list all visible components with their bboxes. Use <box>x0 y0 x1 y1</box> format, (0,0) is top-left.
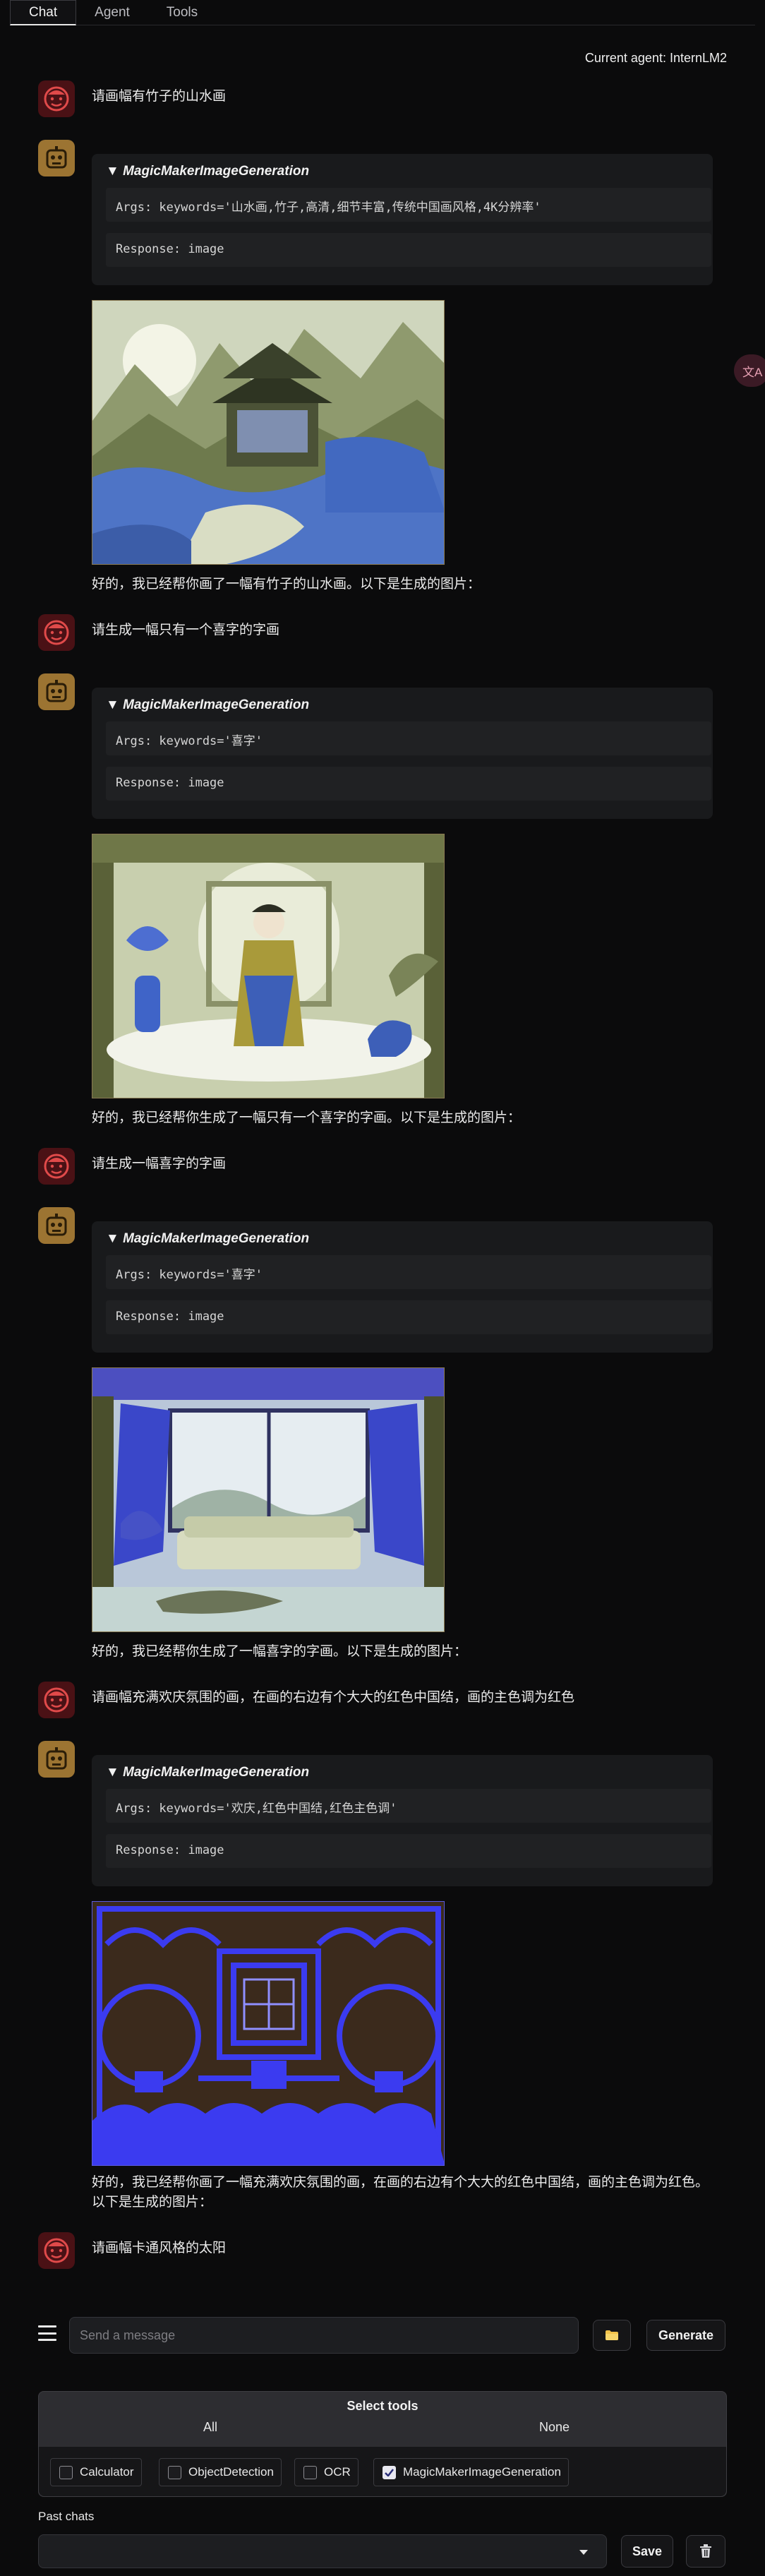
user-message-text: 请画幅卡通风格的太阳 <box>92 2241 227 2256</box>
checkbox-checked[interactable] <box>382 2465 396 2479</box>
generated-image-blue-room <box>92 1367 445 1632</box>
bot-reply-text: 好的，我已经帮你画了一幅充满欢庆氛围的画，在画的右边有个大大的红色中国结，画的主… <box>92 2173 741 2212</box>
tool-call-panel[interactable]: ▼ MagicMakerImageGeneration Args: keywor… <box>92 154 713 285</box>
tool-args: Args: keywords='喜字' <box>106 721 711 755</box>
tab-chat[interactable]: Chat <box>10 0 77 25</box>
checkbox[interactable] <box>168 2465 181 2479</box>
bot-reply-line: 以下是生成的图片： <box>92 2195 213 2210</box>
user-message-text: 请生成一幅只有一个喜字的字画 <box>92 623 280 637</box>
trash-icon <box>700 2544 711 2558</box>
tool-label: ObjectDetection <box>188 2465 274 2479</box>
current-agent-label: Current agent: InternLM2 <box>584 51 727 65</box>
tool-call-panel[interactable]: ▼ MagicMakerImageGeneration Args: keywor… <box>92 1755 713 1886</box>
generated-image-scholar-room <box>92 834 445 1098</box>
tool-response: Response: image <box>106 767 711 801</box>
generate-button[interactable]: Generate <box>646 2320 725 2351</box>
tool-checkbox-calculator[interactable]: Calculator <box>50 2458 142 2486</box>
select-tools-panel: Select tools All None Calculator ObjectD… <box>38 2391 727 2497</box>
user-face-icon <box>38 1682 75 1718</box>
tools-checkbox-row: Calculator ObjectDetection OCR MagicMake… <box>39 2447 726 2496</box>
bot-reply-text: 好的，我已经帮你画了一幅有竹子的山水画。以下是生成的图片： <box>92 577 481 592</box>
user-face-icon <box>38 1148 75 1185</box>
select-no-tools[interactable]: None <box>539 2420 570 2435</box>
select-tools-title: Select tools <box>347 2398 418 2413</box>
past-chats-label: Past chats <box>38 2510 95 2523</box>
translate-icon[interactable]: 文A <box>734 354 765 387</box>
message-input-bar: Generate <box>38 2317 727 2355</box>
tool-label: Calculator <box>80 2465 134 2479</box>
user-face-icon <box>38 2232 75 2269</box>
check-icon <box>385 2468 394 2476</box>
past-chats-dropdown[interactable] <box>38 2534 607 2568</box>
tool-checkbox-ocr[interactable]: OCR <box>294 2458 359 2486</box>
generated-image-chinese-knot <box>92 1901 445 2166</box>
tool-name: MagicMakerImageGeneration <box>123 164 310 179</box>
hamburger-menu-icon[interactable] <box>38 2325 56 2341</box>
tool-call-panel[interactable]: ▼ MagicMakerImageGeneration Args: keywor… <box>92 1221 713 1353</box>
user-face-icon <box>38 80 75 117</box>
tool-args: Args: keywords='喜字' <box>106 1255 711 1289</box>
user-face-icon <box>38 614 75 651</box>
bot-reply-line: 好的，我已经帮你画了一幅充满欢庆氛围的画，在画的右边有个大大的红色中国结，画的主… <box>92 2175 709 2190</box>
select-all-tools[interactable]: All <box>203 2420 217 2435</box>
tool-name: MagicMakerImageGeneration <box>123 697 310 712</box>
user-message-text: 请生成一幅喜字的字画 <box>92 1156 227 1171</box>
checkbox[interactable] <box>303 2465 317 2479</box>
tool-args: Args: keywords='欢庆,红色中国结,红色主色调' <box>106 1789 711 1823</box>
tool-checkbox-magicmaker[interactable]: MagicMakerImageGeneration <box>373 2458 569 2486</box>
robot-icon <box>38 1741 75 1778</box>
save-button[interactable]: Save <box>621 2535 673 2568</box>
bot-reply-text: 好的，我已经帮你生成了一幅喜字的字画。以下是生成的图片： <box>92 1644 468 1659</box>
checkbox[interactable] <box>59 2465 73 2479</box>
tool-response: Response: image <box>106 1834 711 1868</box>
tool-name: MagicMakerImageGeneration <box>123 1765 310 1780</box>
tool-name: MagicMakerImageGeneration <box>123 1231 310 1246</box>
bot-reply-text: 好的，我已经帮你生成了一幅只有一个喜字的字画。以下是生成的图片： <box>92 1110 522 1125</box>
upload-button[interactable] <box>593 2320 631 2351</box>
chat-app: Chat Agent Tools Current agent: InternLM… <box>0 0 765 2576</box>
tool-call-panel[interactable]: ▼ MagicMakerImageGeneration Args: keywor… <box>92 688 713 819</box>
tool-call-title[interactable]: ▼ MagicMakerImageGeneration <box>106 1765 309 1780</box>
tool-call-title[interactable]: ▼ MagicMakerImageGeneration <box>106 164 309 179</box>
tool-args: Args: keywords='山水画,竹子,高清,细节丰富,传统中国画风格,4… <box>106 188 711 222</box>
tool-response: Response: image <box>106 233 711 267</box>
tab-bar: Chat Agent Tools <box>10 0 755 25</box>
robot-icon <box>38 1207 75 1244</box>
tool-checkbox-objectdetection[interactable]: ObjectDetection <box>159 2458 282 2486</box>
generated-image-bamboo-landscape <box>92 300 445 565</box>
tool-call-title[interactable]: ▼ MagicMakerImageGeneration <box>106 697 309 713</box>
delete-chat-button[interactable] <box>686 2535 725 2568</box>
tool-label: MagicMakerImageGeneration <box>403 2465 561 2479</box>
tool-response: Response: image <box>106 1300 711 1334</box>
user-message-text: 请画幅充满欢庆氛围的画，在画的右边有个大大的红色中国结，画的主色调为红色 <box>92 1690 575 1705</box>
message-input[interactable] <box>69 2317 579 2354</box>
chevron-down-icon <box>579 2550 588 2555</box>
robot-icon <box>38 140 75 176</box>
tab-tools[interactable]: Tools <box>148 0 216 25</box>
robot-icon <box>38 673 75 710</box>
tool-call-title[interactable]: ▼ MagicMakerImageGeneration <box>106 1231 309 1247</box>
folder-icon <box>606 2330 618 2340</box>
tool-label: OCR <box>324 2465 351 2479</box>
tab-agent[interactable]: Agent <box>76 0 148 25</box>
user-message-text: 请画幅有竹子的山水画 <box>92 89 227 104</box>
